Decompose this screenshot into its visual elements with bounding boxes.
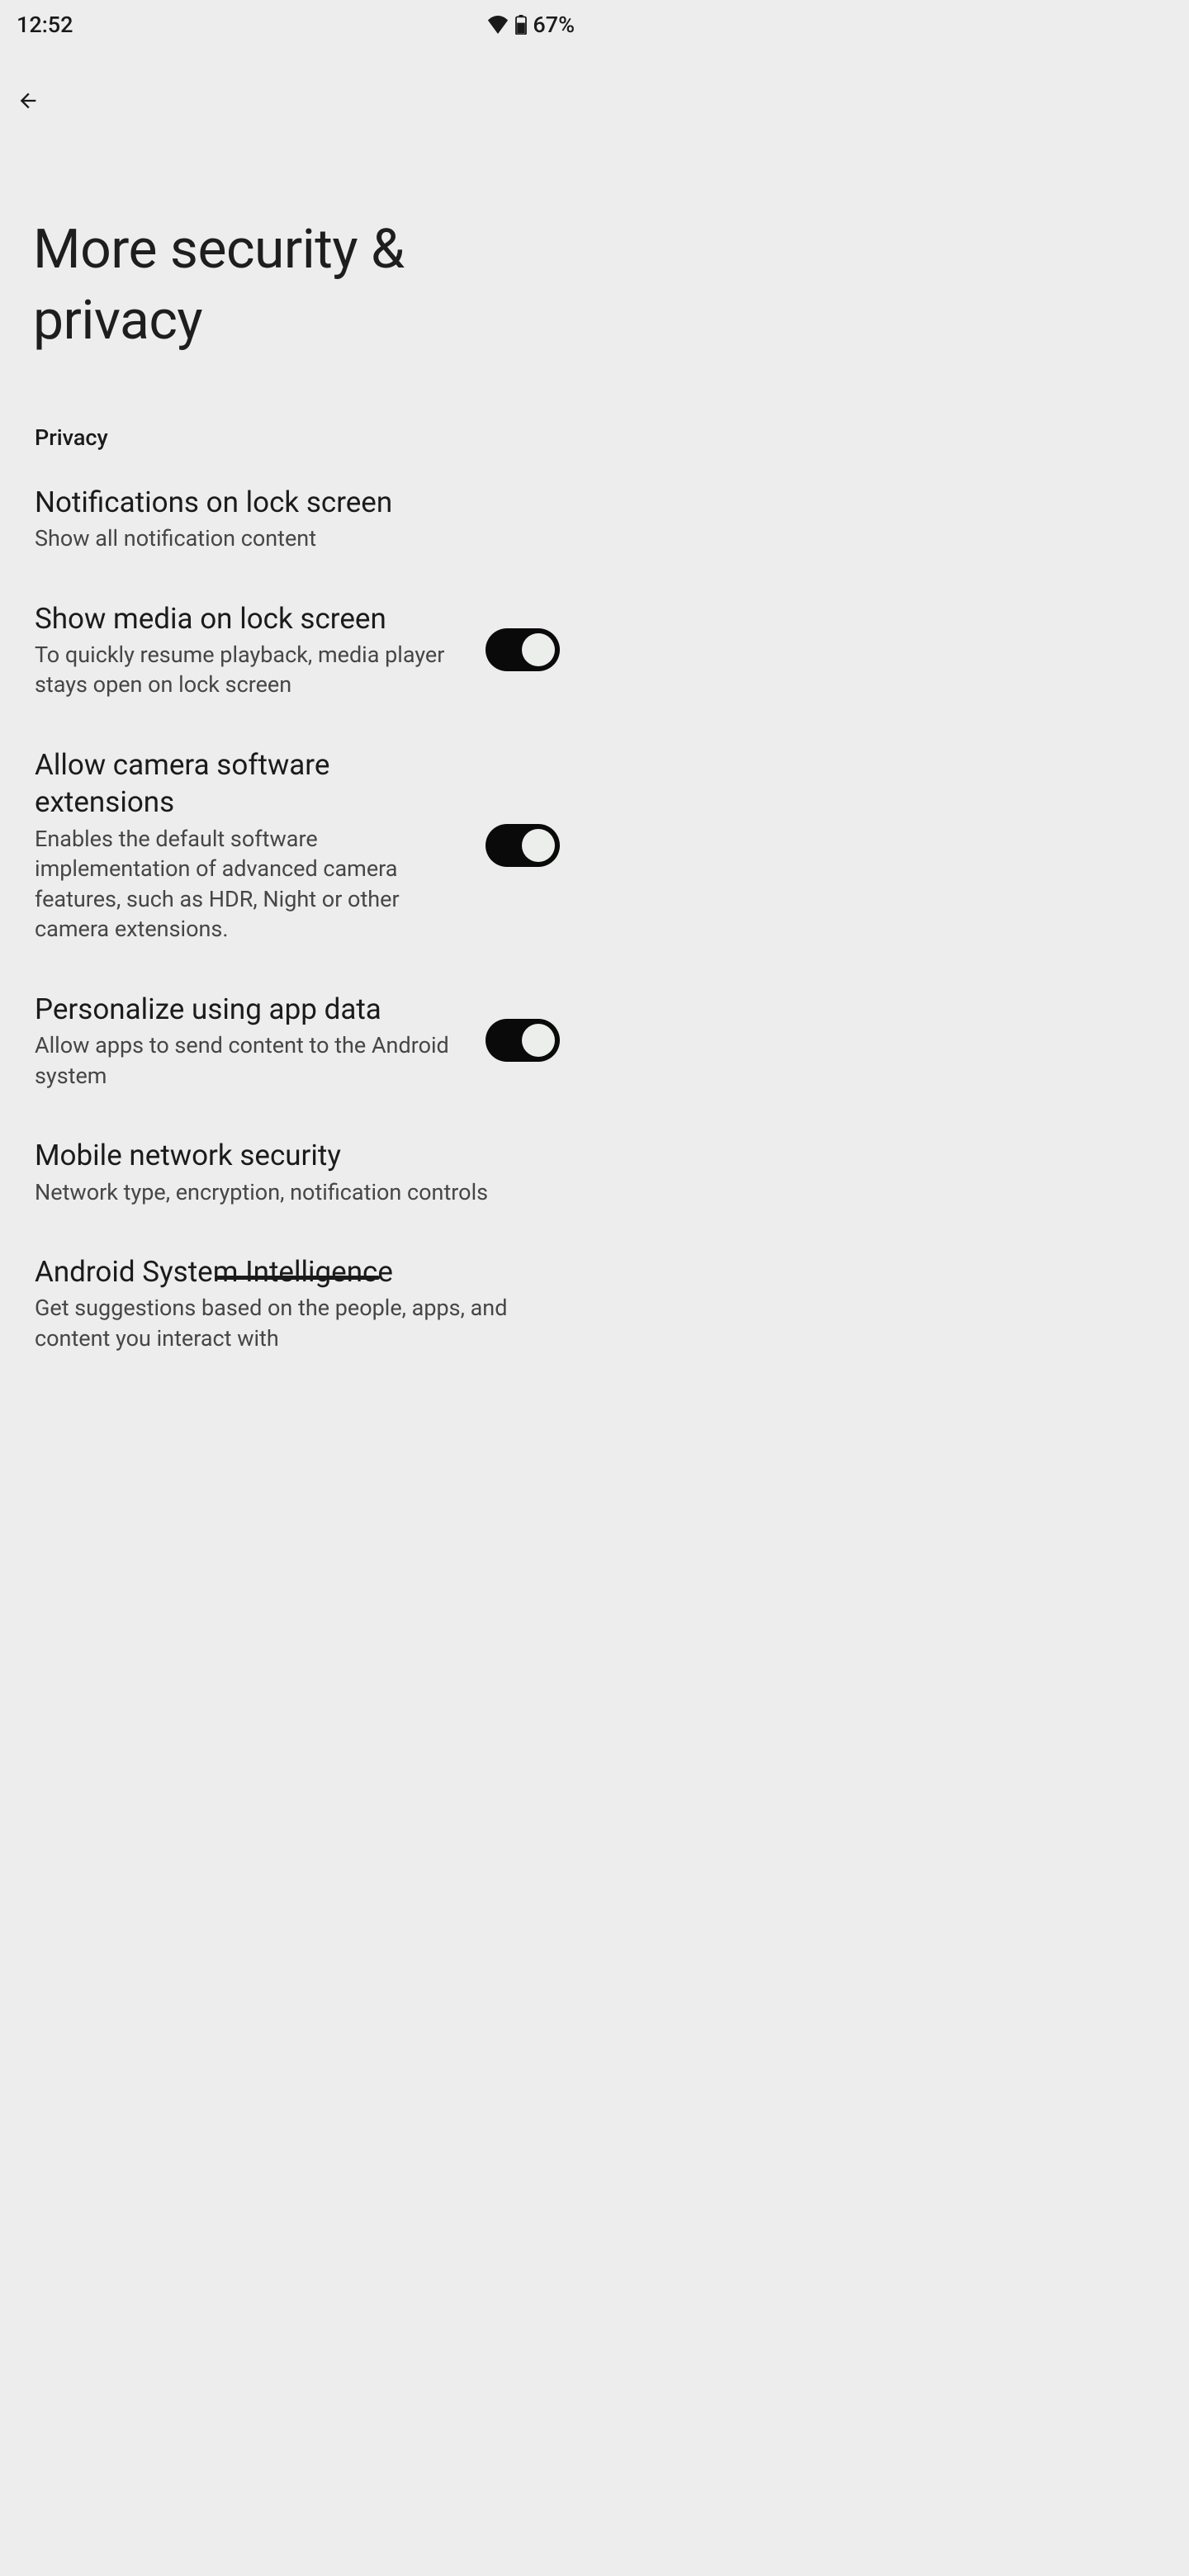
status-bar: 12:52 67% — [0, 0, 594, 45]
navigation-handle[interactable] — [215, 1276, 380, 1280]
toggle-thumb — [522, 1024, 555, 1057]
setting-title: Show media on lock screen — [35, 600, 466, 638]
back-button[interactable] — [0, 45, 594, 116]
toggle-show-media[interactable] — [486, 628, 560, 671]
setting-subtitle: Enables the default software implementat… — [35, 824, 466, 945]
setting-notifications-lock-screen[interactable]: Notifications on lock screen Show all no… — [0, 461, 594, 577]
battery-icon — [514, 15, 528, 35]
setting-title: Android System Intelligence — [35, 1253, 540, 1291]
setting-camera-extensions[interactable]: Allow camera software extensions Enables… — [0, 723, 594, 968]
toggle-thumb — [522, 829, 555, 862]
back-arrow-icon — [17, 89, 40, 112]
page-title: More security & privacy — [0, 116, 594, 414]
status-battery: 67% — [533, 12, 575, 38]
setting-subtitle: Show all notification content — [35, 523, 540, 553]
setting-mobile-network-security[interactable]: Mobile network security Network type, en… — [0, 1114, 594, 1230]
toggle-camera-extensions[interactable] — [486, 824, 560, 867]
setting-title: Personalize using app data — [35, 991, 466, 1029]
setting-show-media-lock-screen[interactable]: Show media on lock screen To quickly res… — [0, 577, 594, 723]
section-header-privacy: Privacy — [0, 414, 594, 461]
toggle-personalize[interactable] — [486, 1019, 560, 1062]
setting-personalize-app-data[interactable]: Personalize using app data Allow apps to… — [0, 968, 594, 1114]
setting-title: Mobile network security — [35, 1137, 540, 1175]
setting-subtitle: To quickly resume playback, media player… — [35, 640, 466, 700]
status-time: 12:52 — [17, 12, 73, 38]
wifi-icon — [486, 16, 509, 34]
setting-subtitle: Get suggestions based on the people, app… — [35, 1293, 540, 1353]
setting-android-system-intelligence[interactable]: Android System Intelligence Get suggesti… — [0, 1230, 594, 1376]
setting-title: Allow camera software extensions — [35, 746, 466, 822]
status-right: 67% — [486, 12, 575, 38]
setting-subtitle: Network type, encryption, notification c… — [35, 1177, 540, 1207]
setting-title: Notifications on lock screen — [35, 484, 540, 522]
toggle-thumb — [522, 633, 555, 666]
setting-subtitle: Allow apps to send content to the Androi… — [35, 1030, 466, 1091]
